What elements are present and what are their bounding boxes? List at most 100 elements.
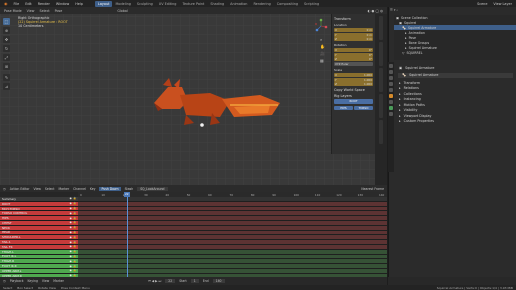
cursor-tool-icon[interactable]: ⊕ [3,27,10,34]
menu-help[interactable]: Help [75,2,83,6]
channel-toggles-icon[interactable]: ◉ 🔒 [69,231,77,234]
menu-select[interactable]: Select [45,187,55,191]
menu-edit[interactable]: Edit [25,2,32,6]
location-x-field[interactable]: X0 m [334,28,373,32]
outliner-header[interactable]: ☰ ▾ ⌕ [390,8,398,12]
play-controls[interactable]: ⏮ ◀ ▶ ⏭ [148,279,161,283]
channel-toggles-icon[interactable]: ◉ 🔒 [69,221,77,224]
rotation-y-field[interactable]: Y 0° [334,52,373,57]
bone-props-icon[interactable] [389,112,393,116]
scene-selector[interactable]: Scene [477,2,487,6]
channel-toggles-icon[interactable]: ◉ 🔒 [69,217,77,220]
view-layer-selector[interactable]: View Layer [493,2,512,6]
menu-marker[interactable]: Marker [58,187,69,191]
shading-buttons[interactable]: ◐ ● ◯ ◍ [368,9,383,13]
annotate-tool-icon[interactable]: ✎ [3,74,10,81]
blender-logo-icon[interactable]: ◉ [4,1,8,6]
stash-button[interactable]: Stash [125,187,134,191]
object-name-field[interactable]: 🦴 Squirrel Armature [398,72,513,78]
constraint-props-icon[interactable] [389,100,393,104]
tab-uv-editing[interactable]: UV Editing [156,1,180,7]
location-y-field[interactable]: Y0 m [334,32,373,37]
tool-props-icon[interactable] [389,64,393,68]
snapping-select[interactable]: Nearest Frame [361,187,384,191]
scale-y-field[interactable]: Y 1.000 [334,77,373,82]
dopesheet-mode-select[interactable]: Action Editor [10,187,30,191]
menu-file[interactable]: File [14,2,20,6]
tab-rendering[interactable]: Rendering [250,1,273,7]
output-props-icon[interactable] [389,76,393,80]
scale-x-field[interactable]: X 1.000 [334,72,373,77]
keyframe-area[interactable] [78,192,387,277]
menu-view[interactable]: View [42,279,49,283]
rig-layer-torso-button[interactable]: TORSO [354,105,373,111]
start-frame-field[interactable]: 1 [190,279,199,283]
channel-toggles-icon[interactable]: ◉ 🔒 [69,265,77,268]
transform-header[interactable]: Transform [334,17,373,21]
current-frame-indicator[interactable]: 22 [123,192,130,197]
channel-toggles-icon[interactable]: ◉ 🔒 [69,212,77,215]
tab-view[interactable] [379,68,383,92]
location-z-field[interactable]: Z0 m [334,37,373,42]
rotation-mode-select[interactable]: XYZ Euler [334,61,373,66]
tab-sculpting[interactable]: Sculpting [134,1,156,7]
select-tool-icon[interactable]: ⬚ [3,18,10,25]
editor-type-icon[interactable]: ◷ [3,279,6,283]
menu-key[interactable]: Key [90,187,96,191]
channel-toggles-icon[interactable]: ◉ 🔒 [69,245,77,248]
tab-scripting[interactable]: Scripting [301,1,322,7]
tab-shading[interactable]: Shading [207,1,227,7]
scene-props-icon[interactable] [389,82,393,86]
channel-toggles-icon[interactable]: ◉ 🔒 [69,260,77,263]
editor-type-icon[interactable]: ◷ [3,187,6,191]
tab-item[interactable] [379,16,383,40]
rig-layer-root-button[interactable]: ROOT [334,99,373,104]
menu-render[interactable]: Render [38,2,50,6]
current-frame-field[interactable]: 22 [165,279,176,283]
action-selector[interactable]: SQ_LookAround [137,186,168,191]
transform-orientation[interactable]: Global [117,9,128,13]
channel-toggles-icon[interactable]: ◉ 🔒 [69,226,77,229]
tab-compositing[interactable]: Compositing [274,1,301,7]
scale-z-field[interactable]: Z 1.000 [334,82,373,87]
rig-layer-hips-button[interactable]: HIPS [334,105,353,111]
end-frame-field[interactable]: 140 [212,279,225,283]
tab-rig[interactable] [379,120,383,144]
channel-toggles-icon[interactable]: ◉ 🔒 [69,236,77,239]
tab-tool[interactable] [379,42,383,66]
data-props-icon[interactable] [389,106,393,110]
scale-tool-icon[interactable]: ⤢ [3,54,10,61]
mode-selector[interactable]: Pose Mode [4,9,22,13]
menu-select[interactable]: Select [40,9,50,13]
menu-channel[interactable]: Channel [73,187,86,191]
menu-window[interactable]: Window [56,2,69,6]
object-props-icon[interactable] [389,94,393,98]
menu-pose[interactable]: Pose [55,9,63,13]
channel-toggles-icon[interactable]: ◉ 🔒 [69,269,77,272]
rotation-z-field[interactable]: Z 0° [334,57,373,62]
tab-modeling[interactable]: Modeling [112,1,133,7]
channel-toggles-icon[interactable]: ◉ 🔒 [69,241,77,244]
channel-toggles-icon[interactable]: ◉ 🔒 [69,207,77,210]
render-props-icon[interactable] [389,70,393,74]
playhead-line[interactable] [126,192,128,277]
rig-layers-header[interactable]: Rig Layers [334,94,373,98]
channel-toggles-icon[interactable]: ◉ 🔒 [69,250,77,253]
menu-marker[interactable]: Marker [53,279,64,283]
menu-view[interactable]: View [34,187,41,191]
menu-keying[interactable]: Keying [28,279,38,283]
squirrel-model[interactable] [150,75,290,130]
copy-world-space-header[interactable]: Copy World Space [334,88,373,92]
measure-tool-icon[interactable]: ⊿ [3,83,10,90]
tab-animation-side[interactable] [379,94,383,118]
transform-tool-icon[interactable]: ⊞ [3,63,10,70]
menu-view[interactable]: View [27,9,35,13]
viewport-nav-icons[interactable]: ⌕ ✋ 🎥 ▦ [320,36,325,64]
menu-playback[interactable]: Playback [10,279,24,283]
rotation-x-field[interactable]: X 0° [334,48,373,53]
tab-animation[interactable]: Animation [227,1,250,7]
navigation-gizmo[interactable] [313,18,329,34]
outliner-item[interactable]: ▽ SQUIRREL [394,50,516,55]
channel-toggles-icon[interactable]: ◉ 🔒 [69,255,77,258]
tab-layout[interactable]: Layout [94,0,113,7]
